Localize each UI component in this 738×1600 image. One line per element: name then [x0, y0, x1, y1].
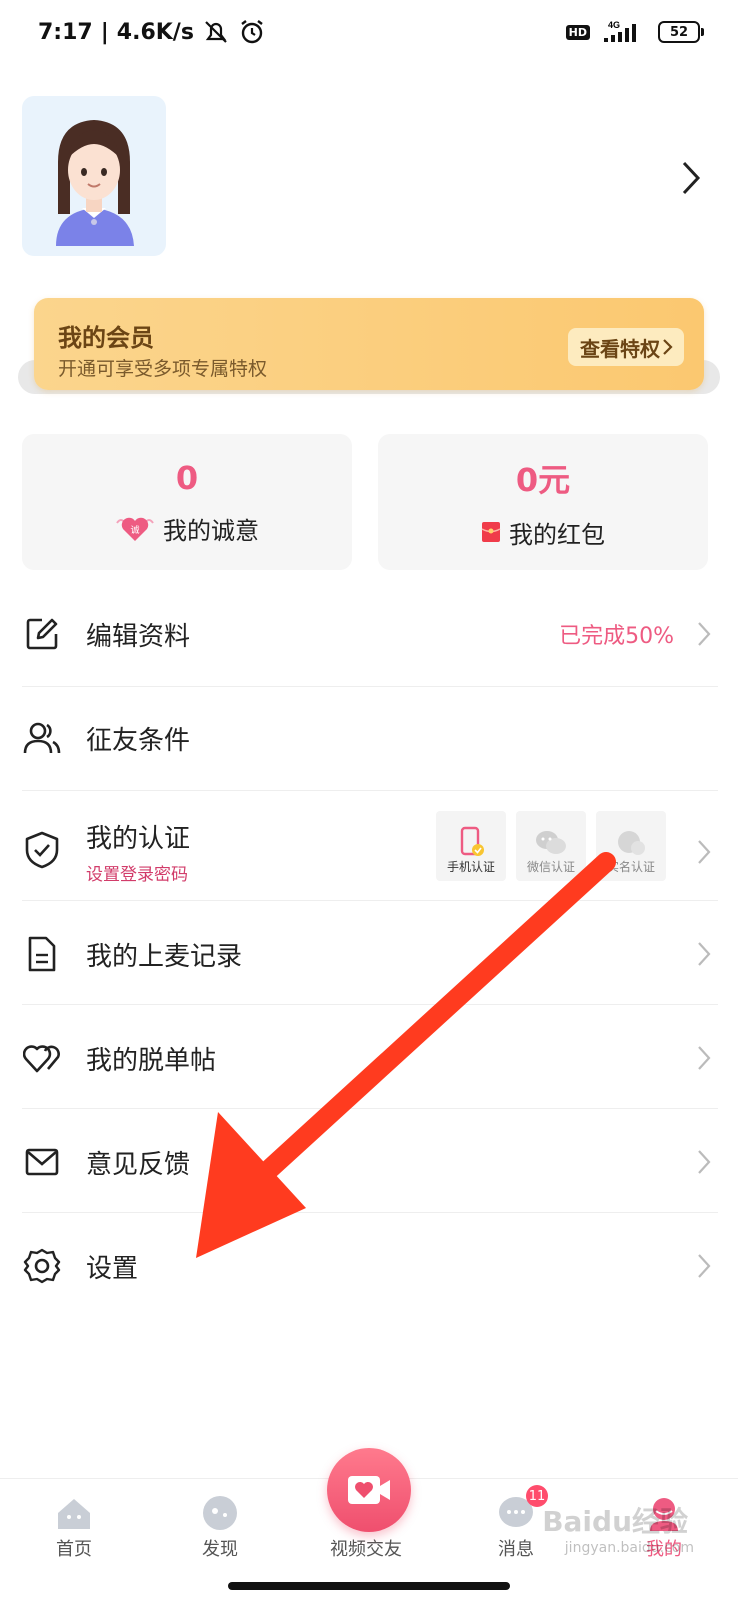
divider	[22, 790, 718, 791]
menu-mic-records-label: 我的上麦记录	[86, 941, 243, 972]
nav-home[interactable]: 首页	[14, 1479, 134, 1573]
sincerity-heart-icon: 诚	[116, 517, 154, 541]
redpacket-label: 我的红包	[509, 520, 605, 549]
edit-icon	[22, 614, 62, 654]
hearts-icon	[22, 1038, 62, 1078]
status-bar: 7:17 | 4.6K/s HD 4G 52	[0, 0, 738, 64]
divider	[22, 686, 718, 687]
nav-home-label: 首页	[56, 1539, 92, 1560]
menu-settings-label: 设置	[86, 1253, 139, 1284]
nav-video-label: 视频交友	[330, 1539, 402, 1560]
menu-edit-profile-label: 编辑资料	[86, 621, 191, 652]
menu-feedback[interactable]: 意见反馈	[0, 1140, 738, 1184]
hd-badge: HD	[565, 24, 590, 40]
chevron-right-icon	[698, 1150, 711, 1174]
vip-subtitle: 开通可享受多项专属特权	[58, 358, 268, 380]
auth-wechat-label: 微信认证	[526, 860, 575, 874]
profile-chevron-icon[interactable]	[680, 160, 702, 196]
menu-posts-label: 我的脱单帖	[86, 1045, 217, 1076]
view-privileges-label: 查看特权	[580, 336, 660, 361]
id-card-icon	[618, 831, 645, 855]
sincerity-value: 0	[175, 458, 199, 497]
set-password-hint: 设置登录密码	[86, 865, 188, 885]
vip-banner[interactable]: 我的会员 开通可享受多项专属特权 查看特权	[34, 298, 704, 390]
wechat-icon	[536, 831, 566, 854]
watermark-site: jingyan.baidu.com	[564, 1540, 694, 1556]
sincerity-label: 我的诚意	[163, 516, 259, 545]
vip-title: 我的会员	[58, 324, 154, 352]
auth-realname-label: 实名认证	[606, 860, 655, 874]
divider	[22, 1212, 718, 1213]
auth-badges: 手机认证 微信认证 实名认证	[436, 811, 666, 881]
home-icon	[58, 1499, 90, 1529]
chevron-right-icon	[698, 942, 711, 966]
chevron-right-icon	[698, 840, 711, 864]
menu-settings[interactable]: 设置	[0, 1244, 738, 1288]
watermark-logo: Baidu经验	[542, 1505, 688, 1538]
menu-criteria-label: 征友条件	[86, 725, 191, 756]
mute-icon	[205, 21, 227, 43]
divider	[22, 1004, 718, 1005]
document-icon	[22, 934, 62, 974]
chevron-right-icon	[663, 339, 673, 355]
chevron-right-icon	[698, 622, 711, 646]
users-icon	[22, 718, 62, 758]
status-time: 7:17	[38, 19, 93, 45]
nav-discover-label: 发现	[202, 1539, 238, 1560]
menu-edit-profile[interactable]: 编辑资料 已完成50%	[0, 612, 738, 656]
shield-check-icon	[22, 830, 62, 870]
chevron-right-icon	[698, 1254, 711, 1278]
alarm-icon	[241, 20, 263, 44]
video-heart-icon	[348, 1476, 390, 1504]
redpacket-card[interactable]: 0元 我的红包	[378, 434, 708, 570]
home-indicator	[228, 1582, 510, 1590]
auth-realname-badge[interactable]: 实名认证	[596, 811, 666, 881]
auth-wechat-badge[interactable]: 微信认证	[516, 811, 586, 881]
signal-icon: 4G	[604, 20, 636, 42]
menu-criteria[interactable]: 征友条件	[0, 716, 738, 760]
battery-indicator: 52	[658, 21, 704, 43]
profile-page: 7:17 | 4.6K/s HD 4G 52 我的会员 开通可享受多项专属特权 …	[0, 0, 738, 1600]
nav-messages-label: 消息	[498, 1539, 534, 1560]
mail-icon	[22, 1142, 62, 1182]
menu-verification[interactable]: 我的认证 设置登录密码 手机认证 微信认证 实名认证	[0, 804, 738, 900]
discover-icon	[203, 1496, 237, 1530]
sincerity-card[interactable]: 0 诚 我的诚意	[22, 434, 352, 570]
sincerity-icon-text: 诚	[130, 524, 139, 536]
divider	[22, 1108, 718, 1109]
auth-phone-badge[interactable]: 手机认证	[436, 811, 506, 881]
auth-phone-label: 手机认证	[446, 860, 495, 874]
video-dating-button[interactable]	[327, 1448, 411, 1532]
avatar-illustration	[56, 120, 134, 246]
menu-feedback-label: 意见反馈	[86, 1149, 191, 1180]
network-label: 4G	[608, 20, 620, 30]
avatar[interactable]	[22, 96, 166, 256]
menu-mic-records[interactable]: 我的上麦记录	[0, 932, 738, 976]
menu-posts[interactable]: 我的脱单帖	[0, 1036, 738, 1080]
profile-progress: 已完成50%	[559, 624, 674, 649]
status-speed: 4.6K/s	[116, 19, 194, 45]
nav-discover[interactable]: 发现	[160, 1479, 280, 1573]
phone-verified-icon	[460, 826, 484, 856]
divider	[22, 900, 718, 901]
redpacket-value: 0元	[515, 460, 571, 499]
view-privileges-button[interactable]: 查看特权	[568, 328, 684, 366]
gear-icon	[22, 1246, 62, 1286]
menu-verification-label: 我的认证	[86, 824, 191, 854]
chevron-right-icon	[698, 1046, 711, 1070]
redpacket-icon	[481, 522, 501, 542]
